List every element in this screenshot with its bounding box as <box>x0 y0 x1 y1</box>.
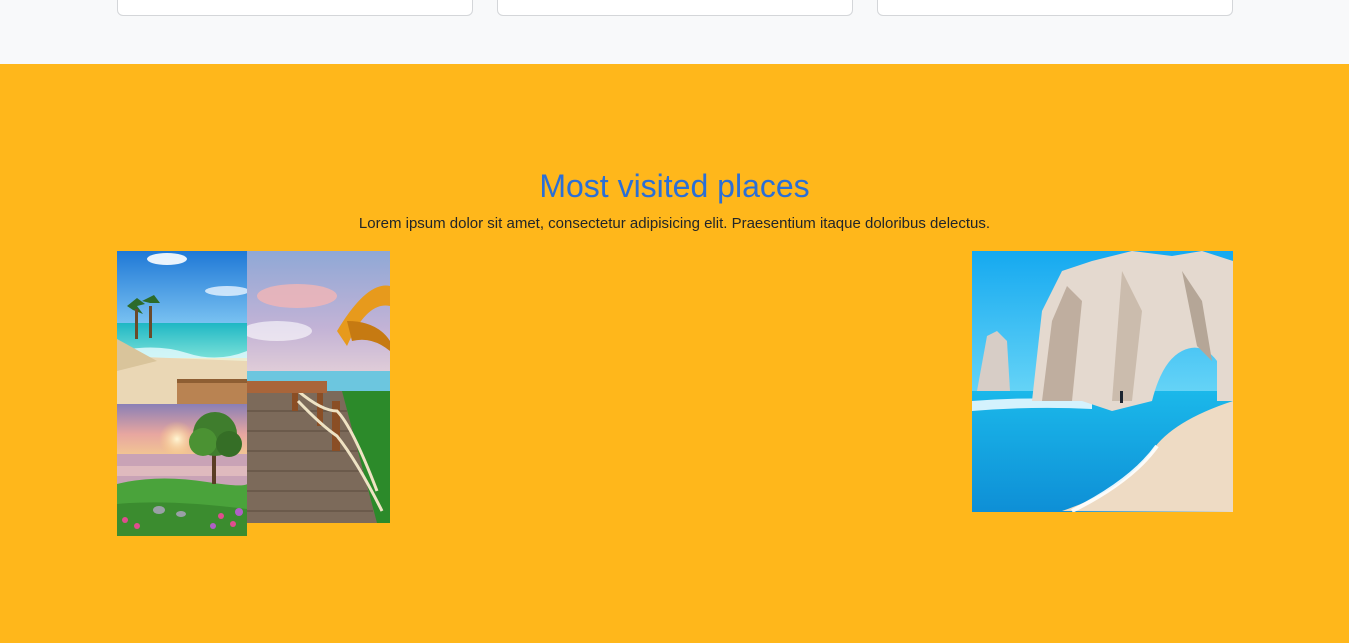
feature-card[interactable] <box>117 0 473 16</box>
section-subtitle: Lorem ipsum dolor sit amet, consectetur … <box>358 215 991 232</box>
rock-arch-beach-photo[interactable] <box>972 251 1233 512</box>
lake-sunset-photo[interactable] <box>117 404 247 536</box>
top-strip <box>0 0 1349 64</box>
section-title: Most visited places <box>539 168 810 204</box>
tropical-beach-photo[interactable] <box>117 251 247 404</box>
most-visited-section: Most visited places Lorem ipsum dolor si… <box>0 64 1349 643</box>
feature-card[interactable] <box>877 0 1233 16</box>
feature-card[interactable] <box>497 0 853 16</box>
boardwalk-dock-photo[interactable] <box>247 251 390 523</box>
